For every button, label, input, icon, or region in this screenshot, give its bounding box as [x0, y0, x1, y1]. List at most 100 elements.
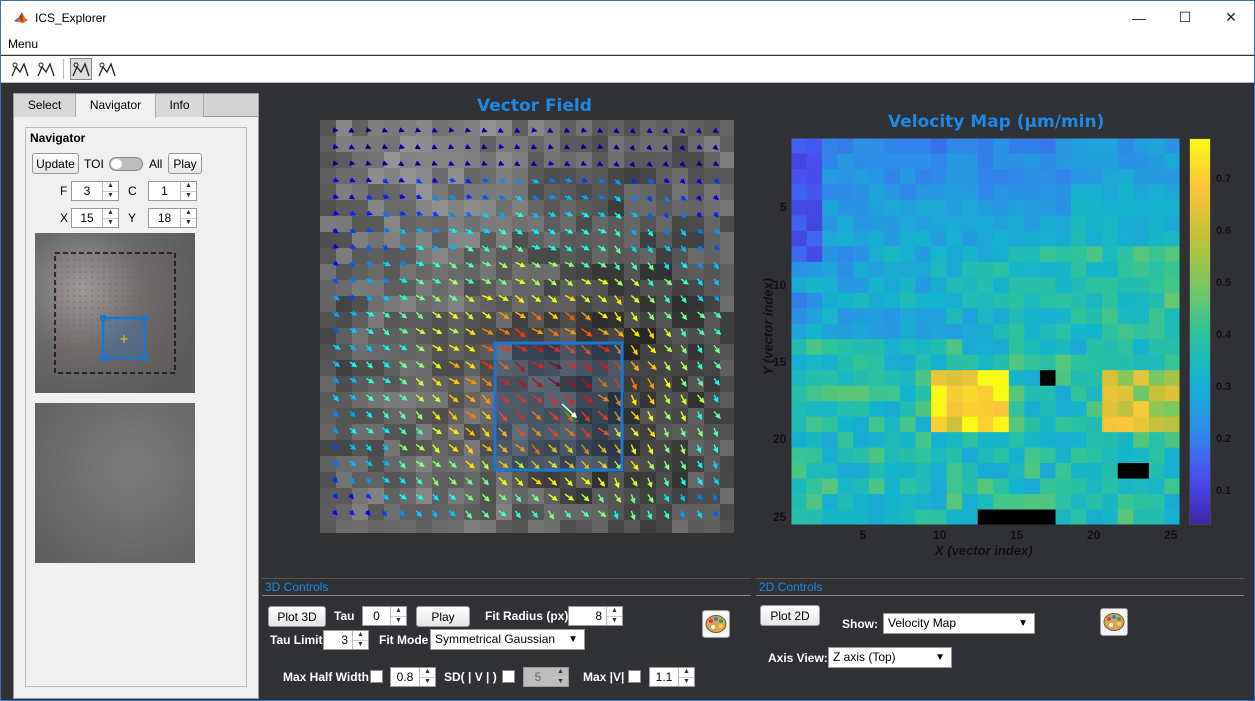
- y-tick-label: 15: [773, 355, 787, 369]
- x-tick-label: 5: [859, 528, 867, 542]
- plot-icon: [37, 62, 55, 77]
- max-v-spinner[interactable]: 1.1 ▲ ▼: [649, 667, 695, 687]
- navigator-roi-image: [35, 403, 195, 563]
- x-value: 15: [80, 211, 94, 225]
- colorbar-tick-label: 0.3: [1216, 381, 1232, 393]
- title-bar: ICS_Explorer — ☐ ✕: [1, 1, 1254, 34]
- max-v-checkbox[interactable]: [628, 670, 641, 683]
- colorbar: [1189, 138, 1211, 525]
- y-value: 18: [157, 211, 172, 225]
- maximize-button[interactable]: ☐: [1162, 1, 1208, 34]
- fit-mode-value: Symmetrical Gaussian: [435, 632, 556, 646]
- close-button[interactable]: ✕: [1208, 1, 1254, 34]
- plot-icon: [11, 62, 29, 77]
- toolbar-plot-button-1[interactable]: [9, 58, 31, 80]
- x-label: X: [60, 211, 69, 225]
- channel-spinner[interactable]: 1 ▲ ▼: [148, 181, 197, 201]
- axis-view-dropdown[interactable]: Z axis (Top) ▼: [828, 647, 952, 668]
- menu-bar: Menu: [1, 34, 1254, 55]
- max-v-value: 1.1: [655, 670, 673, 684]
- all-label: All: [149, 157, 163, 171]
- tau-value: 0: [373, 609, 380, 623]
- toolbar-plot-button-2[interactable]: [35, 58, 57, 80]
- max-half-width-checkbox[interactable]: [370, 670, 383, 683]
- controls-3d-panel: 3D Controls Plot 3D Tau 0 ▲ ▼ Play Fit Rad…: [262, 578, 751, 698]
- sd-checkbox[interactable]: [502, 670, 515, 683]
- fit-radius-label: Fit Radius (px): [485, 609, 569, 623]
- plot-toggled-icon: [72, 62, 90, 77]
- chevron-down-icon: ▼: [568, 634, 578, 645]
- colormap-button-2d[interactable]: [1100, 608, 1128, 636]
- window-title: ICS_Explorer: [35, 10, 107, 25]
- plot-2d-button[interactable]: Plot 2D: [760, 605, 820, 626]
- fit-radius-spinner[interactable]: 8 ▲ ▼: [568, 606, 623, 626]
- update-button[interactable]: Update: [32, 153, 79, 174]
- vector-field-plot[interactable]: [320, 120, 734, 533]
- app-window: ICS_Explorer — ☐ ✕ Menu Select Navigator…: [0, 0, 1255, 701]
- navigator-overview-image[interactable]: +: [35, 233, 195, 393]
- main-area: Select Navigator Info Navigator Update T…: [1, 83, 1254, 700]
- matlab-logo-icon: [14, 11, 28, 23]
- show-dropdown[interactable]: Velocity Map ▼: [883, 613, 1035, 634]
- navigator-panel: Navigator Update TOI All Play F 3 ▲ ▼ C 1 ▲…: [25, 127, 247, 687]
- axis-view-value: Z axis (Top): [833, 650, 896, 664]
- colormap-button-3d[interactable]: [702, 610, 730, 638]
- fit-mode-label: Fit Mode: [379, 633, 429, 647]
- max-half-width-value: 0.8: [396, 670, 414, 684]
- plot-icon: [98, 62, 116, 77]
- y-tick-label: 20: [773, 432, 787, 446]
- tab-bar: Select Navigator Info: [14, 94, 258, 118]
- tab-select[interactable]: Select: [14, 94, 76, 117]
- x-tick-label: 25: [1164, 528, 1178, 542]
- tau-limit-label: Tau Limit: [270, 633, 323, 647]
- x-tick-label: 20: [1087, 528, 1101, 542]
- show-value: Velocity Map: [888, 616, 957, 630]
- play-3d-button[interactable]: Play: [416, 606, 470, 627]
- left-panel: Select Navigator Info Navigator Update T…: [13, 93, 259, 699]
- colorbar-tick-label: 0.5: [1216, 277, 1232, 289]
- vector-field-title: Vector Field: [477, 96, 592, 116]
- navigator-title: Navigator: [30, 131, 86, 145]
- frame-value: 3: [83, 184, 91, 198]
- fit-mode-dropdown[interactable]: Symmetrical Gaussian ▼: [430, 629, 585, 650]
- show-label: Show:: [842, 617, 878, 631]
- x-axis-label: X (vector index): [935, 543, 1033, 558]
- tab-info[interactable]: Info: [156, 94, 204, 117]
- y-tick-label: 25: [773, 510, 787, 524]
- x-tick-label: 10: [933, 528, 947, 542]
- toolbar-separator: [63, 59, 64, 79]
- colorbar-tick-label: 0.1: [1216, 485, 1232, 497]
- chevron-down-icon: ▼: [1018, 618, 1028, 629]
- chevron-down-icon: ▼: [935, 652, 945, 663]
- palette-icon: [705, 615, 727, 633]
- svg-text:+: +: [119, 332, 129, 346]
- toolbar-plot-button-3[interactable]: [70, 58, 92, 80]
- fit-radius-value: 8: [595, 609, 602, 623]
- x-spinner[interactable]: 15 ▲ ▼: [71, 208, 119, 228]
- frame-spinner[interactable]: 3 ▲ ▼: [71, 181, 119, 201]
- menu-item[interactable]: Menu: [8, 37, 38, 51]
- max-half-width-spinner[interactable]: 0.8 ▲ ▼: [390, 667, 436, 687]
- play-button[interactable]: Play: [168, 153, 202, 174]
- sd-value: 5: [534, 670, 542, 684]
- tau-spinner[interactable]: 0 ▲ ▼: [362, 606, 407, 626]
- plot-3d-button[interactable]: Plot 3D: [268, 606, 326, 627]
- toolbar-plot-button-4[interactable]: [96, 58, 118, 80]
- y-spinner[interactable]: 18 ▲ ▼: [148, 208, 197, 228]
- channel-value: 1: [161, 184, 168, 198]
- maximize-icon: ☐: [1178, 9, 1192, 25]
- minimize-button[interactable]: —: [1116, 1, 1162, 34]
- y-tick-label: 5: [780, 200, 787, 214]
- palette-icon: [1103, 613, 1125, 631]
- sd-spinner[interactable]: 5 ▲ ▼: [523, 667, 569, 687]
- controls-2d-panel: 2D Controls Plot 2D Show: Velocity Map ▼ …: [756, 578, 1244, 698]
- colorbar-tick-label: 0.6: [1216, 225, 1232, 237]
- controls-2d-header: 2D Controls: [756, 579, 1244, 596]
- velocity-map-plot[interactable]: [791, 138, 1180, 525]
- colorbar-tick-label: 0.2: [1216, 433, 1232, 445]
- controls-3d-header: 3D Controls: [262, 579, 751, 596]
- tau-label: Tau: [334, 609, 355, 623]
- tab-navigator[interactable]: Navigator: [76, 94, 156, 118]
- toi-all-switch[interactable]: [109, 157, 143, 171]
- tau-limit-spinner[interactable]: 3 ▲ ▼: [323, 630, 369, 650]
